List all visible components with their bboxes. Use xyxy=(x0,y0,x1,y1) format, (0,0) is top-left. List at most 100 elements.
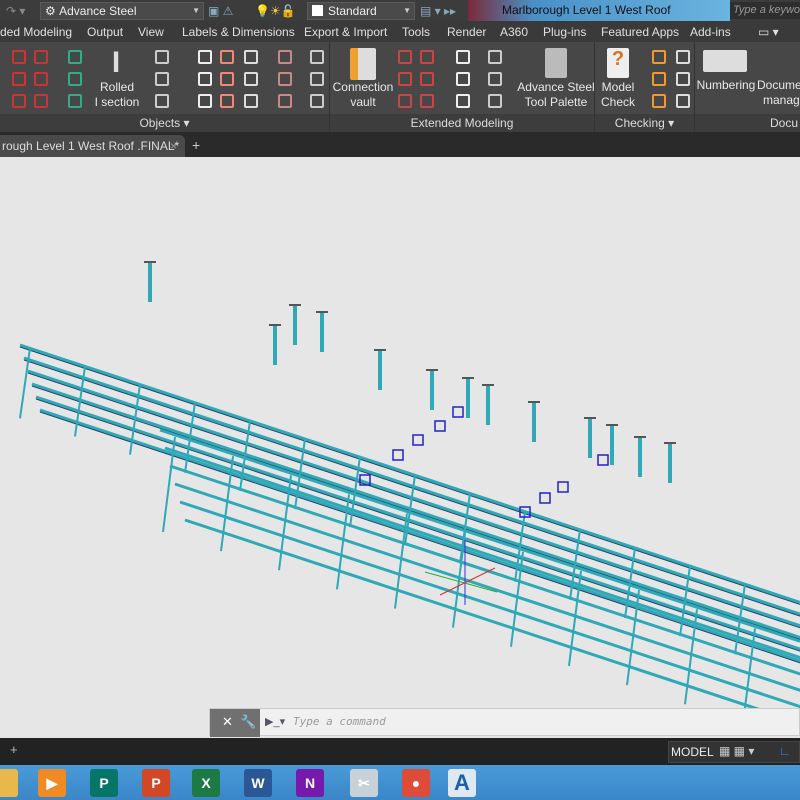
camera-icon[interactable]: ▭ ▾ xyxy=(758,25,779,39)
tool-icon[interactable] xyxy=(220,72,234,86)
close-icon[interactable]: ✕ xyxy=(222,714,233,730)
word-icon[interactable]: W xyxy=(244,769,272,797)
chrome-icon[interactable]: ● xyxy=(402,769,430,797)
tool-icon[interactable] xyxy=(244,50,258,64)
file-explorer-icon[interactable] xyxy=(0,769,18,797)
tool-icon[interactable] xyxy=(244,72,258,86)
longitudinal-beam xyxy=(159,428,800,643)
tool-icon[interactable] xyxy=(310,50,324,64)
drawing-viewport[interactable] xyxy=(0,157,800,738)
onenote-icon[interactable]: N xyxy=(296,769,324,797)
tool-icon[interactable] xyxy=(244,94,258,108)
tool-palette-button[interactable]: Advance Steel Tool Palette xyxy=(516,80,596,110)
command-input[interactable]: Type a command xyxy=(293,715,386,728)
objects-panel-label[interactable]: Objects ▾ xyxy=(0,114,329,132)
tool-icon[interactable] xyxy=(456,72,470,86)
status-bar: + MODEL ▦ ▦ ▾ ∟ xyxy=(0,738,800,765)
document-tab[interactable]: rough Level 1 West Roof .FINAL* × xyxy=(0,135,185,157)
properties-icon[interactable]: ▤ ▾ ▸▸ xyxy=(420,4,456,18)
tool-icon[interactable] xyxy=(34,50,48,64)
tool-icon[interactable] xyxy=(34,72,48,86)
tool-icon[interactable] xyxy=(278,72,292,86)
tool-icon[interactable] xyxy=(398,50,412,64)
tool-icon[interactable] xyxy=(12,72,26,86)
tool-icon[interactable] xyxy=(68,72,82,86)
tool-icon[interactable] xyxy=(676,50,690,64)
tool-icon[interactable] xyxy=(652,50,666,64)
tool-icon[interactable] xyxy=(278,94,292,108)
rolled-i-section-button[interactable]: Rolled I section xyxy=(92,80,142,110)
tool-icon[interactable] xyxy=(676,72,690,86)
lightbulb-icon[interactable]: 💡☀🔓 xyxy=(255,4,296,18)
tool-icon[interactable] xyxy=(34,94,48,108)
workspace-dropdown[interactable]: ⚙ Advance Steel ▼ xyxy=(40,1,204,20)
numbering-button[interactable]: Numbering xyxy=(695,78,757,93)
tool-icon[interactable] xyxy=(198,94,212,108)
tool-icon[interactable] xyxy=(220,50,234,64)
redo-icon[interactable]: ↷ ▾ xyxy=(6,4,25,18)
tool-icon[interactable] xyxy=(310,94,324,108)
tool-icon[interactable] xyxy=(652,72,666,86)
tool-icon[interactable] xyxy=(676,94,690,108)
menu-tab[interactable]: Export & Import xyxy=(304,25,387,39)
tool-icon[interactable] xyxy=(488,94,502,108)
layer-tools-icon[interactable]: ▣ ⚠ xyxy=(208,4,233,18)
connection-vault-button[interactable]: Connection vault xyxy=(332,80,394,110)
tool-icon[interactable] xyxy=(12,50,26,64)
tool-icon[interactable] xyxy=(12,94,26,108)
publisher-icon[interactable]: P xyxy=(90,769,118,797)
excel-icon[interactable]: X xyxy=(192,769,220,797)
advance-steel-icon[interactable]: A xyxy=(448,769,476,797)
menu-tab[interactable]: A360 xyxy=(500,25,528,39)
menu-tab[interactable]: Labels & Dimensions xyxy=(182,25,295,39)
tool-icon[interactable] xyxy=(310,72,324,86)
tool-icon[interactable] xyxy=(398,94,412,108)
snipping-tool-icon[interactable]: ✂ xyxy=(350,769,378,797)
tool-icon[interactable] xyxy=(198,50,212,64)
powerpoint-icon[interactable]: P xyxy=(142,769,170,797)
menu-tab[interactable]: Featured Apps xyxy=(601,25,679,39)
tool-icon[interactable] xyxy=(420,50,434,64)
tool-icon[interactable] xyxy=(456,50,470,64)
model-check-button[interactable]: Model Check xyxy=(597,80,639,110)
layer-dropdown[interactable]: Standard ▼ xyxy=(307,1,415,20)
tool-icon[interactable] xyxy=(420,94,434,108)
tool-icon[interactable] xyxy=(488,50,502,64)
wrench-icon[interactable]: 🔧 xyxy=(240,714,256,730)
tool-icon[interactable] xyxy=(420,72,434,86)
tool-icon[interactable] xyxy=(488,72,502,86)
tool-icon[interactable] xyxy=(68,50,82,64)
menu-tab[interactable]: Render xyxy=(447,25,486,39)
menu-tab[interactable]: Output xyxy=(87,25,123,39)
connection-marker xyxy=(539,492,551,504)
menu-tab[interactable]: Add-ins xyxy=(690,25,731,39)
tool-icon[interactable] xyxy=(652,94,666,108)
tool-icon[interactable] xyxy=(155,94,169,108)
menu-tab[interactable]: Tools xyxy=(402,25,430,39)
prompt-icon[interactable]: ▶_▾ xyxy=(265,715,285,728)
new-tab-button[interactable]: + xyxy=(192,137,200,153)
tool-icon[interactable] xyxy=(456,94,470,108)
checking-panel-label[interactable]: Checking ▾ xyxy=(595,114,694,132)
menu-tab[interactable]: View xyxy=(138,25,164,39)
tool-icon[interactable] xyxy=(155,50,169,64)
search-input[interactable]: Type a keyword xyxy=(730,2,800,19)
steel-model xyxy=(19,261,800,725)
tool-icon[interactable] xyxy=(68,94,82,108)
model-space-button[interactable]: MODEL xyxy=(671,745,714,759)
tool-icon[interactable] xyxy=(278,50,292,64)
document-manager-button[interactable]: Documemanage xyxy=(757,78,800,108)
tool-icon[interactable] xyxy=(198,72,212,86)
tool-icon[interactable] xyxy=(220,94,234,108)
grid-icon[interactable]: ▦ ▦ ▾ xyxy=(719,744,754,758)
menu-tab[interactable]: Plug-ins xyxy=(543,25,586,39)
menu-tab[interactable]: ded Modeling xyxy=(0,25,72,39)
ortho-icon[interactable]: ∟ xyxy=(779,744,791,758)
tool-icon[interactable] xyxy=(155,72,169,86)
tool-icon[interactable] xyxy=(398,72,412,86)
command-line: ✕ 🔧 ▶_▾ Type a command xyxy=(209,708,800,737)
close-icon[interactable]: × xyxy=(170,135,177,157)
longitudinal-beam xyxy=(39,408,800,663)
add-layout-button[interactable]: + xyxy=(10,742,18,757)
media-player-icon[interactable]: ▶ xyxy=(38,769,66,797)
